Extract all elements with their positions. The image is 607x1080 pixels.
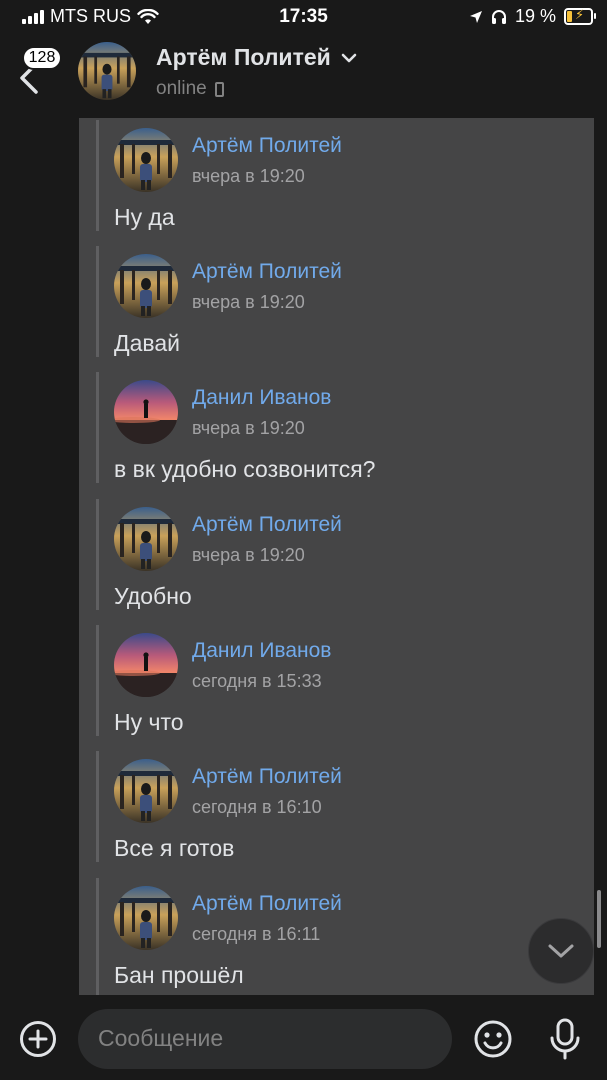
message-time: сегодня в 16:10: [192, 797, 322, 817]
avatar-image: [114, 759, 178, 823]
avatar[interactable]: [78, 42, 136, 100]
microphone-icon: [550, 1018, 580, 1060]
forwarded-message[interactable]: Артём Политей вчера в 19:20 Давай: [96, 246, 579, 357]
online-status-label: online: [156, 78, 207, 99]
scroll-to-bottom-button[interactable]: [528, 918, 594, 984]
message-composer: Сообщение: [0, 995, 607, 1080]
chevron-down-icon: [341, 53, 357, 62]
message-text: Все я готов: [114, 835, 235, 861]
message-input-placeholder: Сообщение: [98, 1025, 224, 1051]
message-time: вчера в 19:20: [192, 292, 305, 312]
avatar-image: [114, 507, 178, 571]
avatar-image: [114, 633, 178, 697]
forwarded-message[interactable]: Данил Иванов вчера в 19:20 в вк удобно с…: [96, 372, 579, 483]
avatar[interactable]: [114, 507, 178, 571]
forwarded-messages-card[interactable]: Артём Политей вчера в 19:20 Ну да Артём …: [79, 118, 594, 995]
status-bar: MTS RUS 17:35 19 % ⚡: [0, 0, 607, 34]
voice-message-button[interactable]: [545, 1017, 585, 1061]
battery-icon: ⚡: [564, 7, 596, 25]
attach-button[interactable]: [19, 1020, 57, 1058]
avatar-image: [78, 42, 136, 100]
emoji-button[interactable]: [473, 1019, 513, 1059]
message-time: вчера в 19:20: [192, 418, 305, 438]
avatar[interactable]: [114, 128, 178, 192]
mobile-phone-icon: [214, 81, 224, 97]
smiley-icon: [474, 1020, 512, 1058]
author-link[interactable]: Артём Политей: [192, 260, 342, 284]
avatar-image: [114, 886, 178, 950]
avatar[interactable]: [114, 759, 178, 823]
message-text: Бан прошёл: [114, 962, 244, 988]
message-time: сегодня в 15:33: [192, 671, 322, 691]
author-link[interactable]: Данил Иванов: [192, 639, 331, 663]
message-input[interactable]: Сообщение: [78, 1009, 452, 1069]
forwarded-message[interactable]: Артём Политей вчера в 19:20 Ну да: [96, 120, 579, 231]
avatar-image: [114, 380, 178, 444]
author-link[interactable]: Данил Иванов: [192, 386, 331, 410]
headphones-icon: [491, 10, 506, 24]
avatar[interactable]: [114, 380, 178, 444]
avatar[interactable]: [114, 886, 178, 950]
message-time: сегодня в 16:11: [192, 924, 321, 944]
avatar[interactable]: [114, 633, 178, 697]
forwarded-message[interactable]: Артём Политей сегодня в 16:11 Бан прошёл: [96, 878, 579, 995]
forwarded-message[interactable]: Данил Иванов сегодня в 15:33 Ну что: [96, 625, 579, 736]
message-text: Ну что: [114, 709, 184, 735]
message-text: Давай: [114, 330, 180, 356]
author-link[interactable]: Артём Политей: [192, 513, 342, 537]
author-link[interactable]: Артём Политей: [192, 134, 342, 158]
battery-percent: 19 %: [514, 6, 556, 26]
avatar-image: [114, 128, 178, 192]
message-text: в вк удобно созвонится?: [114, 456, 376, 482]
location-arrow-icon: [469, 10, 482, 23]
chat-header: 128 Артём Политей online: [0, 34, 607, 112]
page-title: Артём Политей: [156, 44, 331, 70]
forwarded-message[interactable]: Артём Политей сегодня в 16:10 Все я гото…: [96, 751, 579, 862]
author-link[interactable]: Артём Политей: [192, 892, 342, 916]
chat-title-button[interactable]: Артём Политей: [156, 44, 357, 71]
unread-count-badge: 128: [22, 46, 62, 70]
avatar-image: [114, 254, 178, 318]
message-text: Удобно: [114, 583, 192, 609]
plus-circle-icon: [20, 1021, 56, 1057]
status-right: 19 % ⚡: [469, 6, 596, 27]
message-time: вчера в 19:20: [192, 166, 305, 186]
avatar[interactable]: [114, 254, 178, 318]
author-link[interactable]: Артём Политей: [192, 765, 342, 789]
message-text: Ну да: [114, 204, 175, 230]
online-status: online: [156, 78, 224, 100]
vk-chat-screen: MTS RUS 17:35 19 % ⚡ 128 Артём Политей o…: [0, 0, 607, 1080]
forwarded-message[interactable]: Артём Политей вчера в 19:20 Удобно: [96, 499, 579, 610]
scrollbar[interactable]: [597, 890, 601, 948]
message-time: вчера в 19:20: [192, 545, 305, 565]
chevron-down-icon: [548, 944, 574, 958]
